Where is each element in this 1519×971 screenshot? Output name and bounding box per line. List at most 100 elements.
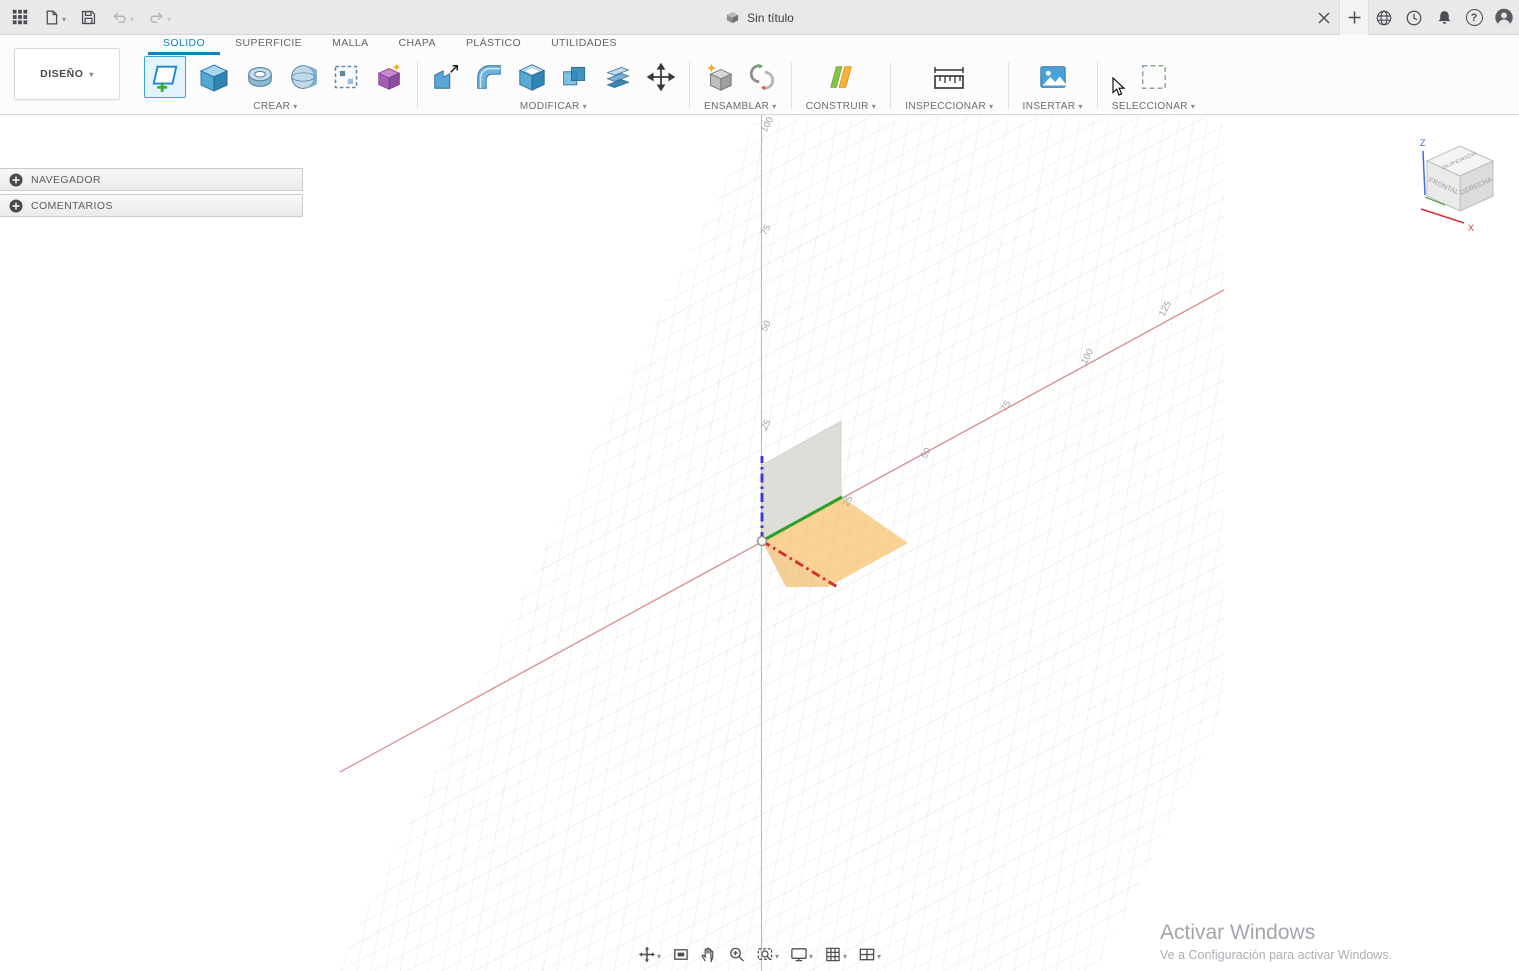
file-menu-button[interactable] [38, 5, 71, 30]
document-tab[interactable]: Sin título [725, 10, 794, 25]
viewport[interactable]: 25 50 75 100 25 50 75 100 125 NAVEGADOR … [0, 115, 1519, 971]
primitive-icon [377, 63, 401, 90]
tab-plastico[interactable]: PLÁSTICO [451, 37, 536, 55]
notifications-button[interactable] [1429, 0, 1459, 35]
measure-button[interactable] [931, 59, 967, 95]
grid-settings-button[interactable] [820, 943, 851, 966]
ribbon-toolbar: DISEÑO SOLIDO SUPERFICIE MALLA CHAPA PLÁ… [0, 35, 1519, 115]
orbit-icon [638, 946, 655, 963]
group-label-seleccionar[interactable]: SELECCIONAR [1108, 98, 1200, 114]
help-button[interactable]: ? [1459, 0, 1489, 35]
insert-image-button[interactable] [1035, 59, 1071, 95]
new-component-button[interactable] [701, 59, 737, 95]
design-menu-caret [89, 68, 94, 80]
shell-button[interactable] [514, 59, 550, 95]
expand-bubble-icon [9, 173, 23, 186]
redo-button[interactable] [143, 5, 176, 30]
group-ensamblar: ENSAMBLAR [690, 55, 791, 114]
viewports-button[interactable] [854, 943, 885, 966]
group-label-modificar[interactable]: MODIFICAR [428, 98, 679, 114]
tab-utilidades[interactable]: UTILIDADES [536, 37, 632, 55]
group-seleccionar: SELECCIONAR [1098, 55, 1210, 114]
combine-button[interactable] [557, 59, 593, 95]
design-menu-button[interactable]: DISEÑO [14, 48, 120, 100]
help-icon: ? [1465, 9, 1483, 26]
plus-icon [1348, 11, 1360, 24]
document-title: Sin título [747, 10, 794, 25]
orbit-button[interactable] [634, 943, 665, 966]
fit-button[interactable] [752, 943, 783, 966]
fillet-icon [477, 65, 501, 89]
group-label-crear[interactable]: CREAR [144, 98, 407, 114]
pattern-button[interactable] [328, 59, 364, 95]
undo-caret [130, 10, 134, 25]
expand-bubble-icon [9, 199, 23, 212]
viewport-scene[interactable]: 25 50 75 100 25 50 75 100 125 [0, 115, 1519, 971]
close-document-button[interactable] [1309, 0, 1339, 35]
box-button[interactable] [193, 56, 235, 98]
file-menu-caret [62, 10, 66, 25]
left-panels: NAVEGADOR COMENTARIOS [0, 168, 303, 220]
tab-chapa[interactable]: CHAPA [384, 37, 451, 55]
press-pull-button[interactable] [428, 59, 464, 95]
look-at-icon [673, 949, 688, 960]
group-label-ensamblar[interactable]: ENSAMBLAR [700, 98, 781, 114]
zoom-button[interactable] [724, 943, 749, 966]
select-icon [1141, 65, 1166, 89]
profile-button[interactable] [1489, 0, 1519, 35]
new-document-tab-button[interactable] [1339, 0, 1369, 35]
globe-icon [1376, 10, 1392, 25]
joint-icon [749, 63, 774, 91]
zoom-icon [729, 947, 744, 962]
revolve-icon [248, 67, 272, 87]
tab-superficie[interactable]: SUPERFICIE [220, 37, 317, 55]
tab-solido[interactable]: SOLIDO [148, 37, 221, 55]
close-icon [1318, 12, 1330, 23]
group-insertar: INSERTAR [1009, 55, 1097, 114]
tab-malla[interactable]: MALLA [317, 37, 383, 55]
panel-navegador[interactable]: NAVEGADOR [0, 168, 303, 191]
combine-icon [563, 66, 586, 86]
save-button[interactable] [75, 5, 102, 30]
extensions-button[interactable] [1369, 0, 1399, 35]
revolve-button[interactable] [242, 59, 278, 95]
create-sketch-button[interactable] [144, 56, 186, 98]
pan-button[interactable] [696, 943, 721, 966]
viewports-icon [859, 948, 874, 961]
viewcube[interactable]: SUPERIOR FRONTAL DERECHA Z X [1407, 133, 1507, 243]
box-icon [199, 64, 229, 92]
press-pull-icon [434, 65, 458, 89]
display-settings-button[interactable] [786, 943, 817, 966]
joint-button[interactable] [744, 59, 780, 95]
shell-icon [518, 64, 546, 91]
select-button[interactable] [1136, 59, 1172, 95]
apps-grid-button[interactable] [6, 4, 34, 30]
construction-plane-icon [830, 66, 852, 88]
file-icon [46, 9, 58, 25]
viewcube-z-label: Z [1420, 138, 1426, 148]
look-at-button[interactable] [668, 943, 693, 966]
panel-comentarios-label: COMENTARIOS [31, 199, 113, 212]
split-face-button[interactable] [600, 59, 636, 95]
origin-point[interactable] [756, 535, 768, 547]
pattern-icon [334, 65, 358, 89]
move-copy-icon [647, 63, 675, 91]
sphere-button[interactable] [285, 59, 321, 95]
fillet-button[interactable] [471, 59, 507, 95]
group-label-inspeccionar[interactable]: INSPECCIONAR [901, 98, 997, 114]
group-inspeccionar: INSPECCIONAR [891, 55, 1007, 114]
new-component-icon [707, 63, 733, 91]
panel-comentarios[interactable]: COMENTARIOS [0, 194, 303, 217]
move-copy-button[interactable] [643, 59, 679, 95]
measure-icon [934, 67, 965, 89]
group-label-construir[interactable]: CONSTRUIR [802, 98, 880, 114]
pan-hand-icon [701, 947, 713, 963]
job-status-button[interactable] [1399, 0, 1429, 35]
undo-button[interactable] [106, 5, 139, 30]
design-menu-label: DISEÑO [40, 68, 84, 80]
primitive-button[interactable] [371, 59, 407, 95]
construction-plane-button[interactable] [823, 59, 859, 95]
sphere-icon [291, 65, 317, 89]
viewcube-x-label: X [1468, 223, 1474, 233]
group-label-insertar[interactable]: INSERTAR [1019, 98, 1087, 114]
